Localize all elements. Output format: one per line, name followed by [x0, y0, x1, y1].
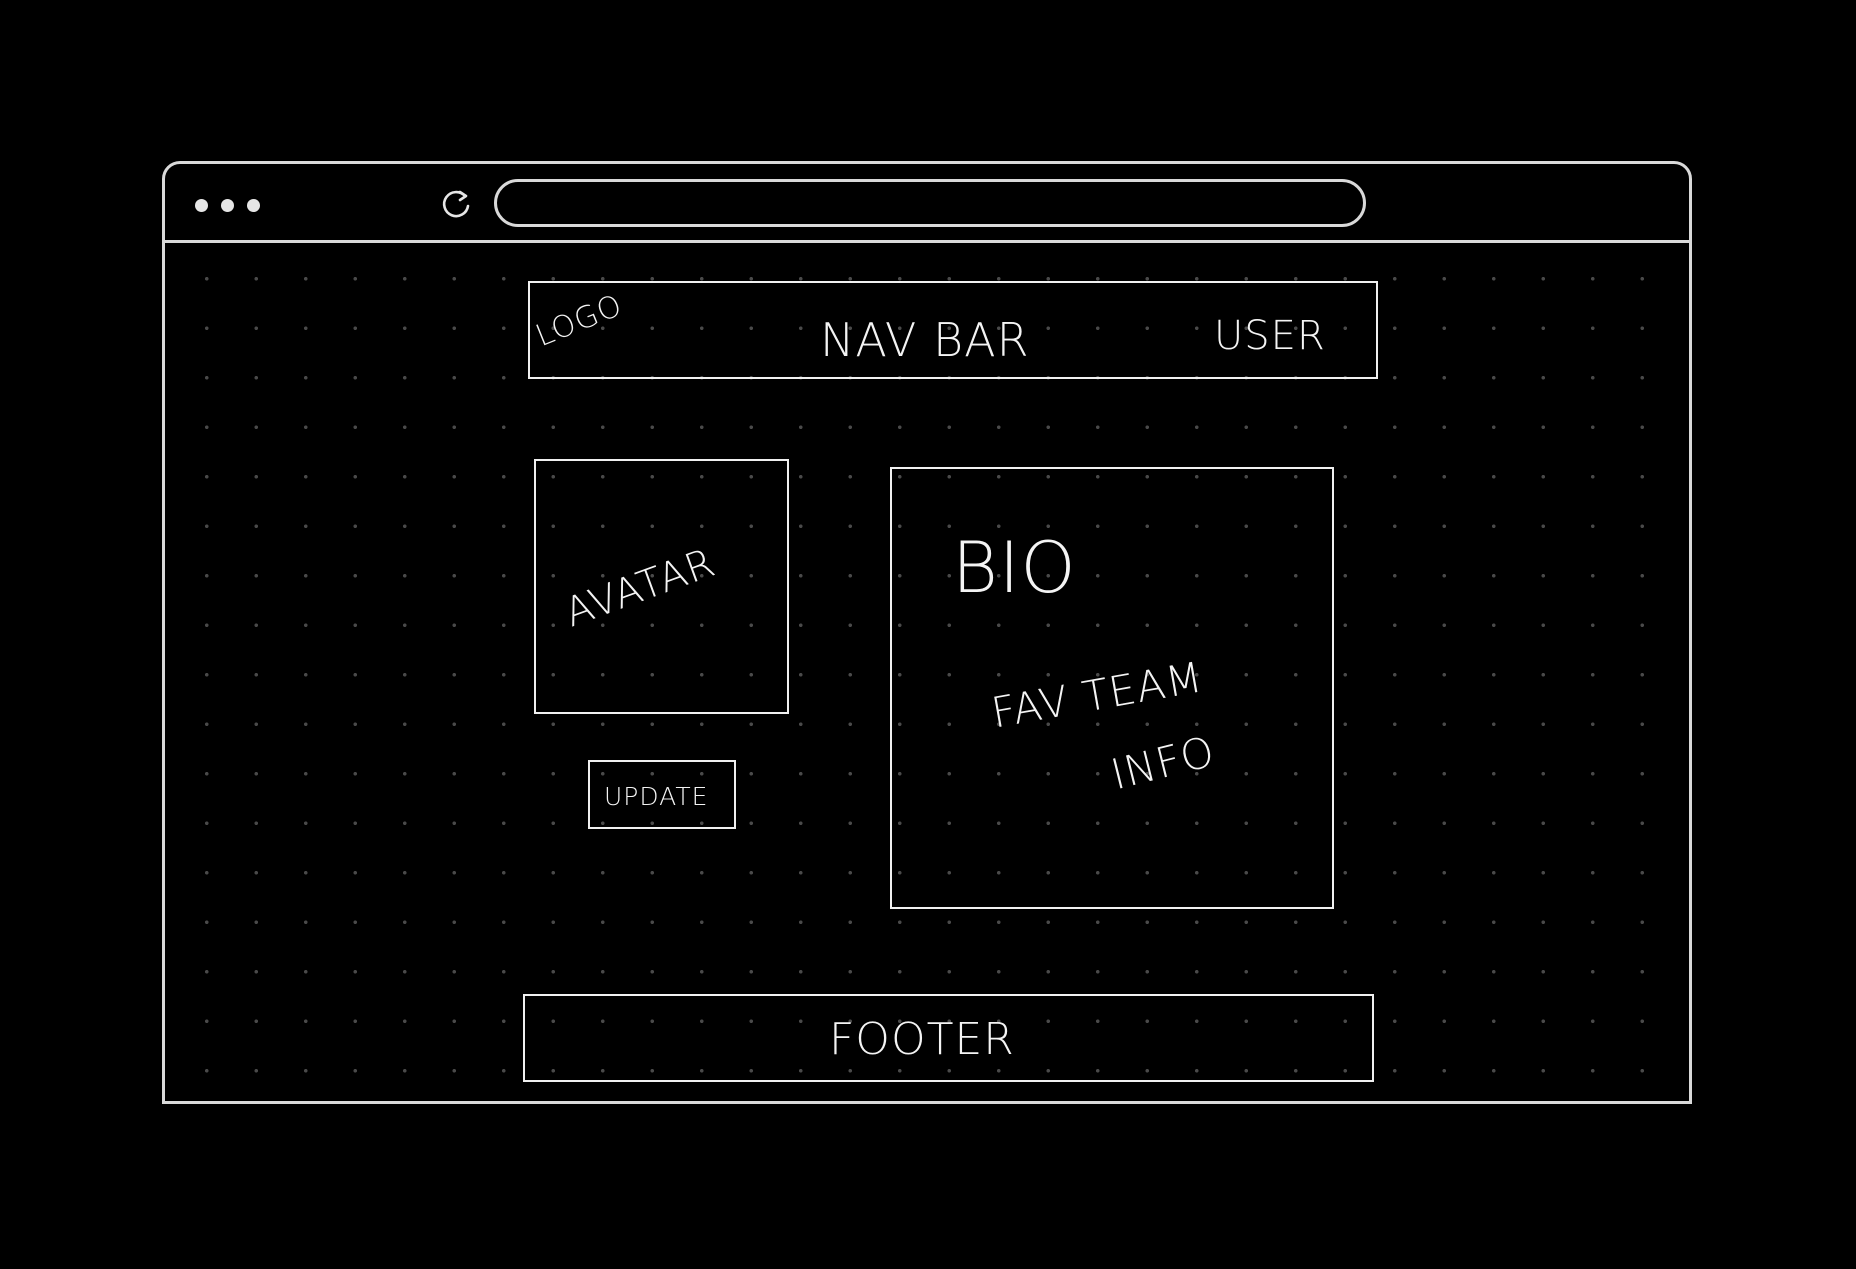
- footer: FOOTER: [523, 994, 1374, 1082]
- window-dot-icon[interactable]: [221, 199, 234, 212]
- reload-icon[interactable]: [439, 186, 475, 222]
- update-button-label: UPDATE: [604, 782, 709, 811]
- navbar-logo[interactable]: LOGO: [531, 288, 628, 354]
- bio-title: BIO: [952, 527, 1077, 609]
- window-dot-icon[interactable]: [195, 199, 208, 212]
- bio-info-line1: FAV TEAM: [987, 652, 1207, 738]
- avatar-label: AVATAR: [558, 539, 722, 637]
- update-button[interactable]: UPDATE: [588, 760, 736, 829]
- browser-toolbar: [165, 164, 1689, 243]
- bio-info-line2: INFO: [1106, 726, 1220, 800]
- browser-window: LOGO NAV BAR USER AVATAR UPDATE BIO FAV …: [162, 161, 1692, 1104]
- navbar: LOGO NAV BAR USER: [528, 281, 1378, 379]
- window-controls: [195, 199, 260, 212]
- window-dot-icon[interactable]: [247, 199, 260, 212]
- navbar-user[interactable]: USER: [1214, 313, 1326, 359]
- avatar: AVATAR: [534, 459, 789, 714]
- navbar-title: NAV BAR: [820, 313, 1030, 367]
- footer-label: FOOTER: [829, 1014, 1015, 1065]
- bio-panel: BIO FAV TEAM INFO: [890, 467, 1334, 909]
- address-bar[interactable]: [494, 179, 1366, 227]
- page-viewport: LOGO NAV BAR USER AVATAR UPDATE BIO FAV …: [165, 243, 1689, 1101]
